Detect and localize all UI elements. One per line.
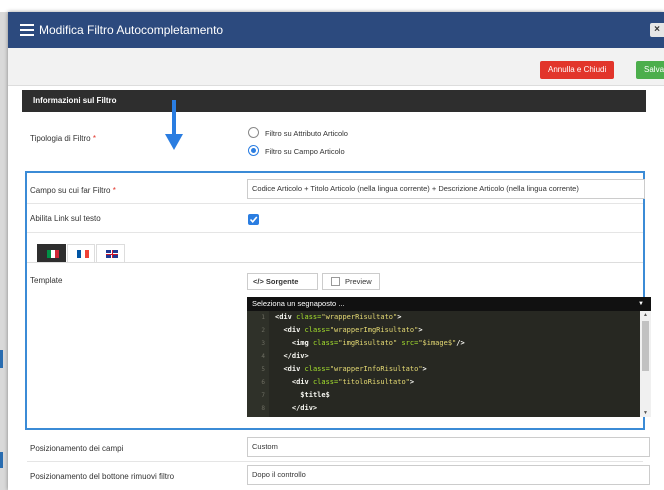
line-number: 5 — [261, 366, 265, 373]
template-code-editor[interactable]: 1 2 3 4 5 6 7 8 <div class="wrapperRisul… — [247, 311, 651, 417]
tabs-divider — [27, 262, 643, 263]
radio-attribute-filter-label: Filtro su Attributo Articolo — [265, 129, 348, 138]
code-line: $title$ — [300, 391, 330, 399]
line-number: 4 — [261, 353, 265, 360]
enable-link-label: Abilita Link sul testo — [30, 214, 101, 223]
preview-mode-button[interactable]: Preview — [322, 273, 380, 290]
filter-edit-dialog: Modifica Filtro Autocompletamento × Annu… — [8, 12, 664, 490]
list-icon — [20, 24, 34, 36]
filter-field-label: Campo su cui far Filtro * — [30, 186, 116, 195]
tab-language-french[interactable] — [67, 244, 95, 262]
code-line: <div class="wrapperImgRisultato"> — [283, 326, 423, 334]
arrow-down-icon — [165, 100, 183, 150]
template-label: Template — [30, 276, 63, 285]
dialog-title: Modifica Filtro Autocompletamento — [39, 23, 224, 37]
background-page-edge — [0, 12, 8, 490]
line-number: 8 — [261, 405, 265, 412]
code-line: </div> — [283, 352, 309, 360]
preview-label: Preview — [345, 277, 372, 286]
remove-button-position-input[interactable]: Dopo il controllo — [247, 465, 650, 485]
line-number: 3 — [261, 340, 265, 347]
code-line: <div class="wrapperRisultato"> — [275, 313, 402, 321]
scroll-down-icon[interactable]: ▼ — [640, 410, 651, 416]
fields-position-label: Posizionamento dei campi — [30, 444, 124, 453]
page-background — [0, 0, 664, 12]
filter-type-label: Tipologia di Filtro * — [30, 134, 96, 143]
dialog-titlebar: Modifica Filtro Autocompletamento × — [8, 12, 664, 48]
radio-attribute-filter[interactable] — [248, 127, 259, 138]
checkmark-icon — [249, 216, 258, 223]
remove-button-position-label: Posizionamento del bottone rimuovi filtr… — [30, 472, 175, 481]
code-line: <div class="titoloRisultato"> — [291, 378, 415, 386]
fields-position-input[interactable]: Custom — [247, 437, 650, 457]
placeholder-select[interactable]: Seleziona un segnaposto ... ▼ — [247, 297, 651, 311]
background-accent-mark — [0, 350, 3, 368]
line-number: 2 — [261, 327, 265, 334]
row-divider — [27, 203, 643, 204]
code-line: </div> — [291, 404, 318, 412]
filter-field-input[interactable]: Codice Articolo + Titolo Articolo (nella… — [247, 179, 645, 199]
tab-language-italian[interactable] — [37, 244, 66, 262]
code-line: <img class="imgRisultato" src="$image$"/… — [291, 339, 465, 347]
caret-down-icon: ▼ — [638, 301, 644, 307]
cancel-and-close-button[interactable]: Annulla e Chiudi — [540, 61, 615, 79]
source-mode-button[interactable]: </> Sorgente — [247, 273, 318, 290]
scroll-up-icon[interactable]: ▲ — [640, 312, 651, 318]
placeholder-select-value: Seleziona un segnaposto ... — [252, 299, 345, 308]
background-accent-mark — [0, 452, 3, 468]
dialog-content: Informazioni sul Filtro Tipologia di Fil… — [22, 90, 651, 490]
line-number: 6 — [261, 379, 265, 386]
dialog-toolbar: Annulla e Chiudi Salva — [8, 48, 664, 86]
preview-file-icon — [331, 277, 340, 286]
section-header: Informazioni sul Filtro — [22, 90, 646, 112]
radio-field-filter-label: Filtro su Campo Articolo — [265, 147, 345, 156]
code-line: <div class="wrapperInfoRisultato"> — [283, 365, 427, 373]
row-divider — [27, 232, 643, 233]
enable-link-checkbox[interactable] — [248, 214, 259, 225]
tab-language-english[interactable] — [96, 244, 125, 262]
line-number: 1 — [261, 314, 265, 321]
row-divider — [27, 461, 643, 462]
close-icon[interactable]: × — [650, 23, 664, 37]
line-number-gutter: 1 2 3 4 5 6 7 8 — [247, 311, 269, 417]
flag-uk-icon — [106, 250, 118, 258]
line-number: 7 — [261, 392, 265, 399]
flag-italy-icon — [47, 250, 59, 258]
radio-field-filter[interactable] — [248, 145, 259, 156]
editor-scrollbar[interactable]: ▲ ▼ — [640, 311, 651, 417]
flag-france-icon — [77, 250, 89, 258]
scrollbar-thumb[interactable] — [642, 321, 649, 371]
save-button[interactable]: Salva — [636, 61, 664, 79]
